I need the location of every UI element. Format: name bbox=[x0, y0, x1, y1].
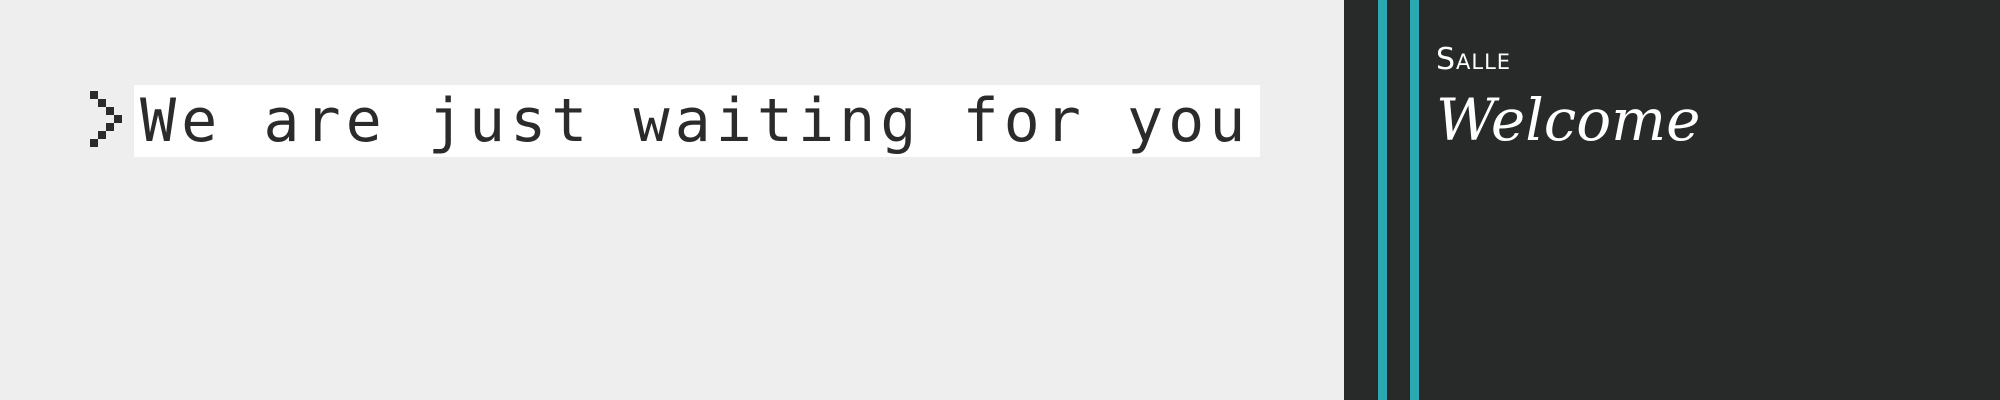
welcome-heading: Welcome bbox=[1436, 86, 1701, 154]
terminal-message: We are just waiting for you bbox=[134, 85, 1261, 157]
terminal-area: We are just waiting for you bbox=[0, 0, 1344, 400]
accent-stripe bbox=[1410, 0, 1419, 400]
chevron-right-icon bbox=[90, 86, 134, 156]
accent-stripe bbox=[1378, 0, 1387, 400]
prompt-line: We are just waiting for you bbox=[90, 85, 1261, 157]
side-panel: Salle Welcome bbox=[1344, 0, 2000, 400]
brand-name: Salle bbox=[1436, 42, 1512, 77]
